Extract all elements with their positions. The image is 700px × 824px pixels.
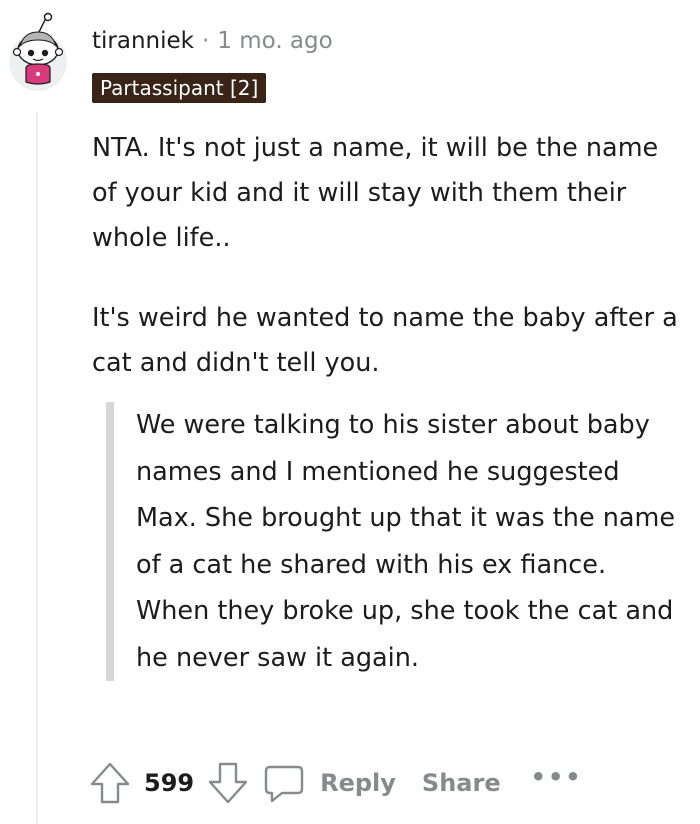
upvote-arrow-icon xyxy=(90,762,130,804)
blockquote: We were talking to his sister about baby… xyxy=(106,402,682,681)
upvote-button[interactable] xyxy=(88,760,132,806)
reply-button[interactable]: Reply xyxy=(262,761,396,805)
thread-line[interactable] xyxy=(36,112,38,824)
blockquote-text: We were talking to his sister about baby… xyxy=(136,410,676,673)
timestamp-link[interactable]: 1 mo. ago xyxy=(217,28,332,54)
reply-label: Reply xyxy=(320,769,396,797)
comment-body: NTA. It's not just a name, it will be th… xyxy=(92,126,682,386)
user-flair-badge: Partassipant [2] xyxy=(92,73,267,103)
meta-separator: · xyxy=(201,28,210,54)
speech-bubble-icon xyxy=(264,765,304,803)
comment-paragraph: It's weird he wanted to name the baby af… xyxy=(92,303,678,378)
share-button[interactable]: Share xyxy=(422,769,501,797)
comment-action-bar: 599 Reply Share ••• xyxy=(88,760,583,806)
vote-count: 599 xyxy=(144,769,195,797)
more-options-button[interactable]: ••• xyxy=(531,763,583,791)
comment-header: tiranniek · 1 mo. ago xyxy=(92,28,333,54)
username-link[interactable]: tiranniek xyxy=(92,28,194,54)
comment-paragraph: NTA. It's not just a name, it will be th… xyxy=(92,133,659,253)
snoo-avatar-icon xyxy=(9,12,67,91)
downvote-arrow-icon xyxy=(208,762,248,804)
avatar[interactable] xyxy=(8,12,68,92)
downvote-button[interactable] xyxy=(206,760,250,806)
